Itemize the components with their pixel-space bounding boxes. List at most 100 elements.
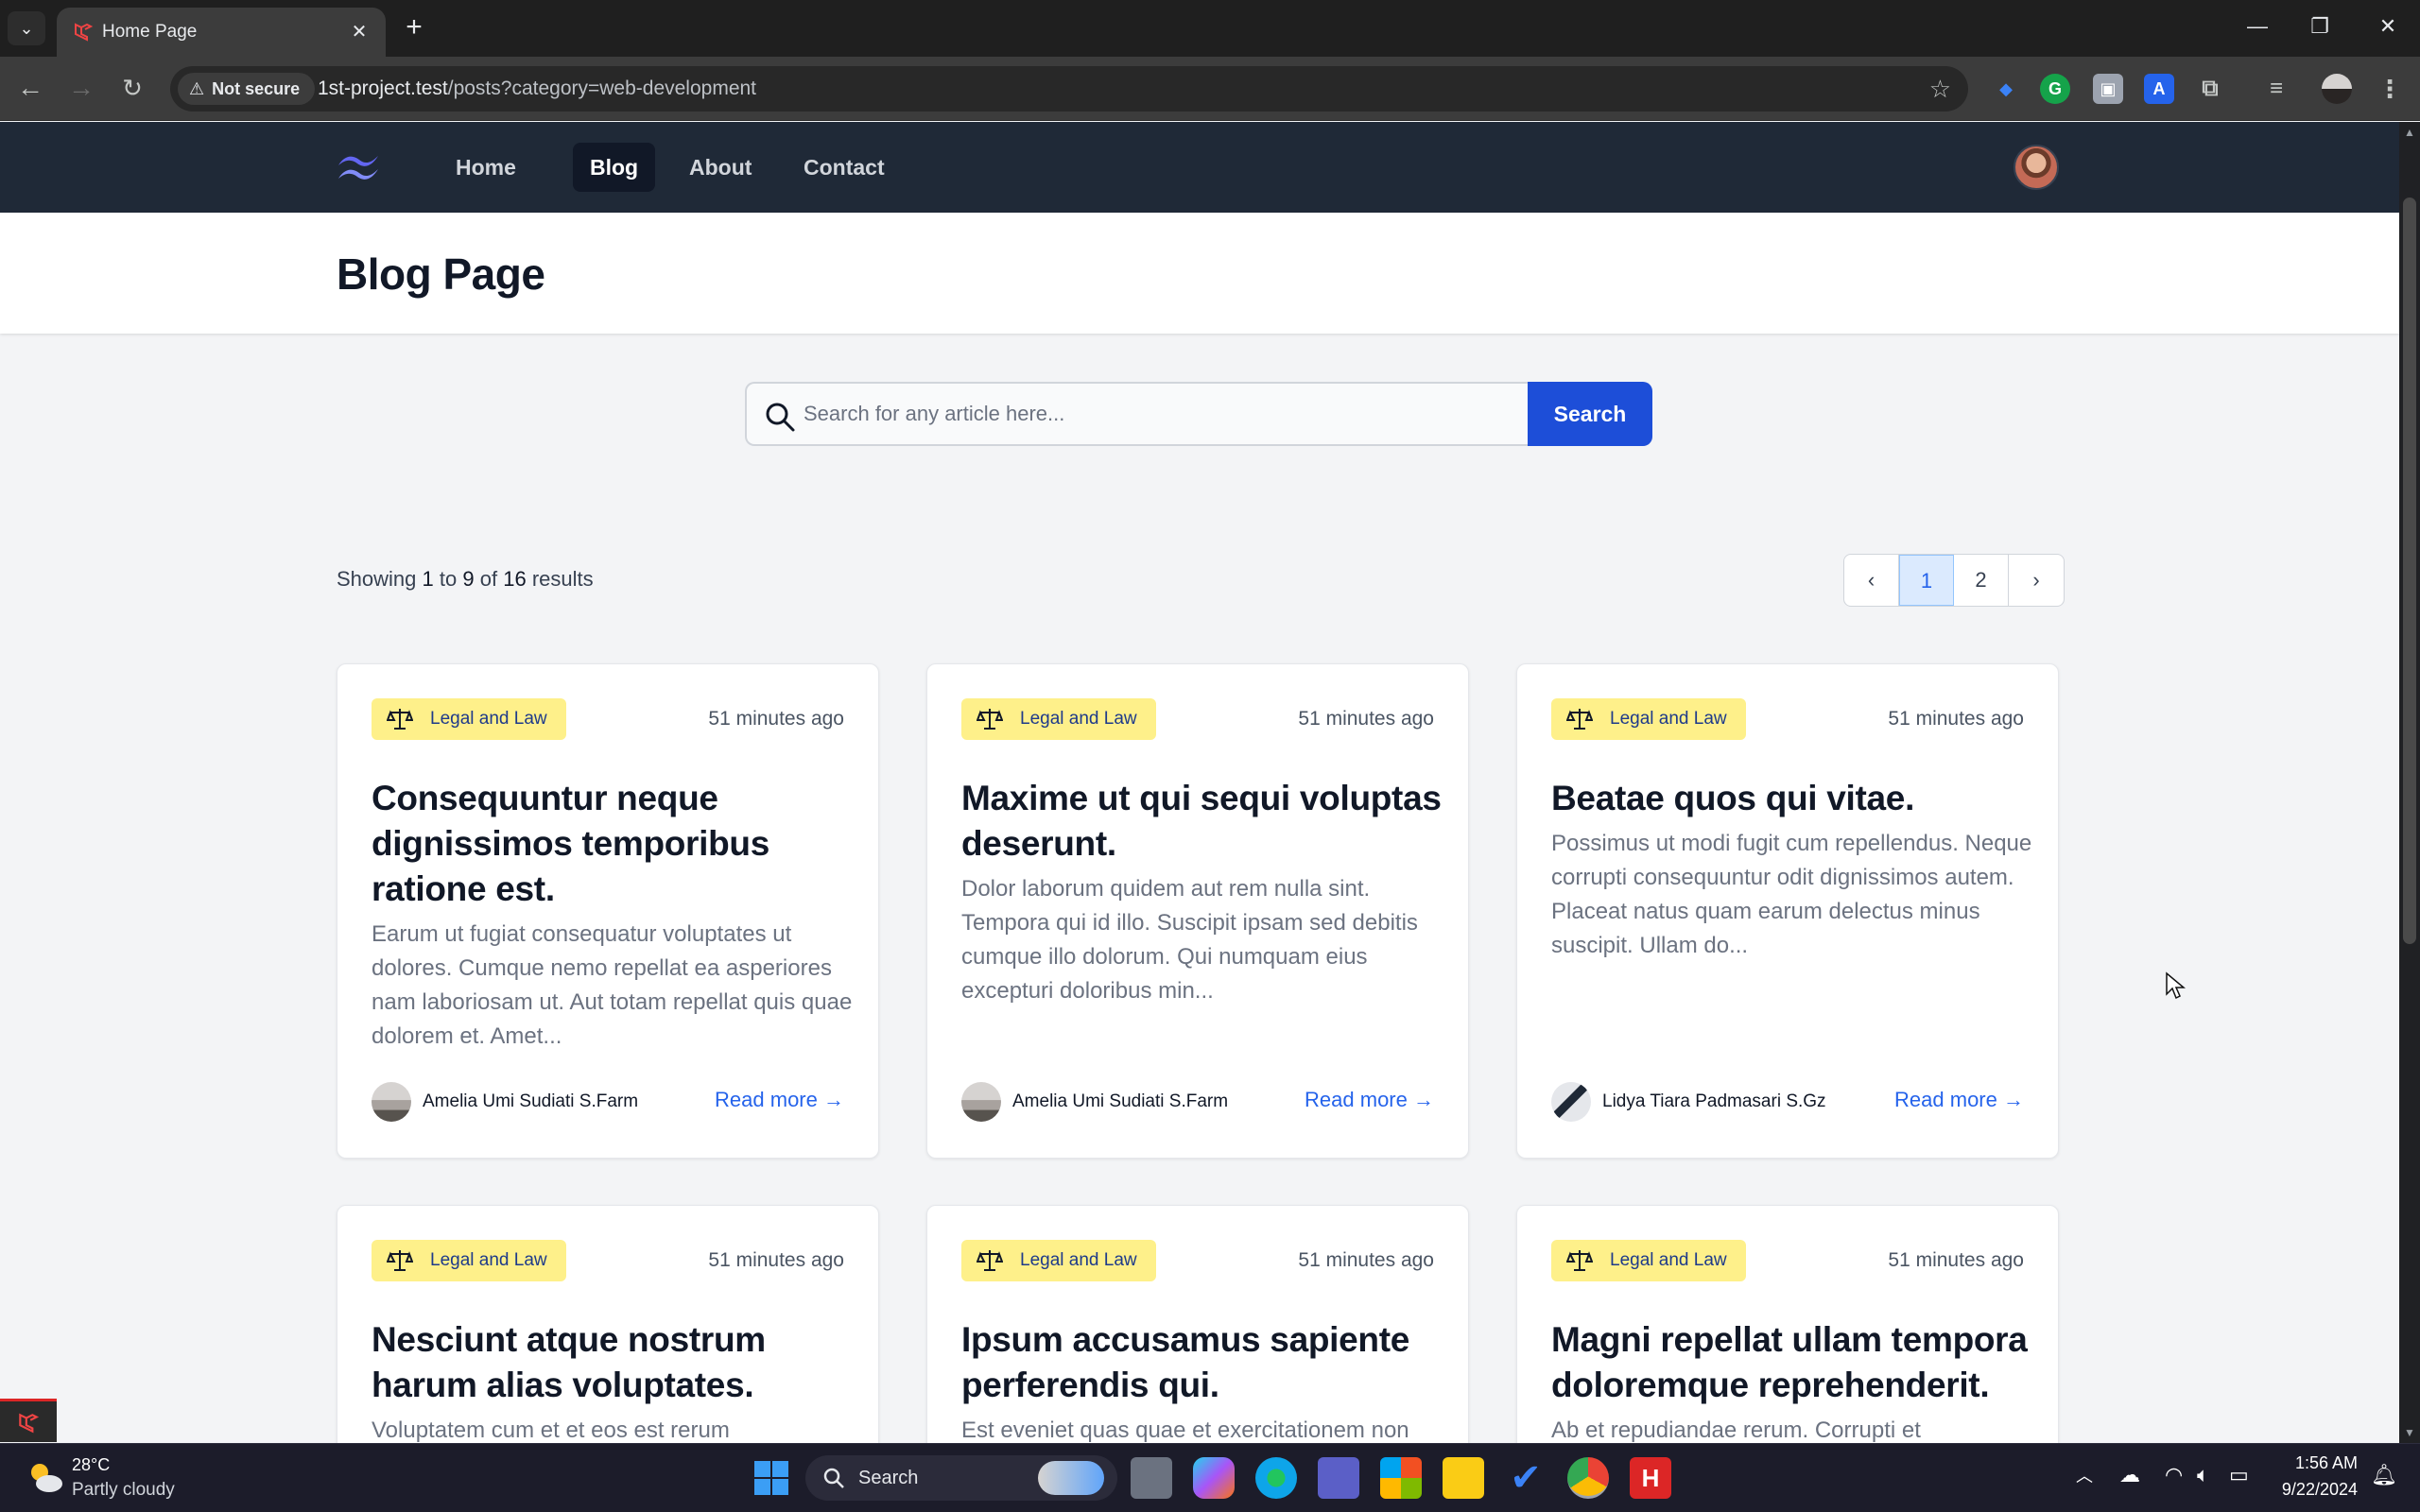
post-title[interactable]: Nesciunt atque nostrum harum alias volup… bbox=[372, 1317, 854, 1408]
pagination-prev-chevron-icon[interactable]: ‹ bbox=[1844, 555, 1899, 606]
taskbar-clock-date[interactable]: 9/22/2024 bbox=[2282, 1480, 2358, 1500]
search-icon bbox=[766, 403, 795, 432]
search-input-wrapper bbox=[745, 382, 1528, 446]
category-badge[interactable]: Legal and Law bbox=[961, 698, 1156, 740]
read-more-link[interactable]: Read more → bbox=[1894, 1088, 2024, 1112]
tailwind-logo-icon[interactable] bbox=[335, 148, 382, 186]
herd-app-icon[interactable]: H bbox=[1630, 1457, 1671, 1499]
tab-search-button[interactable]: ⌄ bbox=[8, 11, 45, 45]
scale-balance-icon bbox=[1566, 709, 1593, 730]
minimize-window-button[interactable]: — bbox=[2229, 8, 2286, 45]
file-explorer-icon[interactable] bbox=[1443, 1457, 1484, 1499]
chrome-icon[interactable] bbox=[1567, 1457, 1609, 1499]
user-avatar[interactable] bbox=[2014, 145, 2059, 190]
warning-triangle-icon: ⚠ bbox=[189, 79, 205, 98]
browser-tab-active[interactable]: Home Page ✕ bbox=[57, 8, 386, 57]
reload-icon[interactable]: ↻ bbox=[113, 70, 151, 108]
read-more-link[interactable]: Read more → bbox=[715, 1088, 844, 1112]
bookmark-star-icon[interactable]: ☆ bbox=[1929, 74, 1951, 104]
mouse-cursor-icon bbox=[2166, 971, 2186, 1000]
forward-arrow-icon[interactable]: → bbox=[62, 70, 100, 108]
browser-menu-icon[interactable]: ⋮ bbox=[2375, 74, 2405, 104]
back-arrow-icon[interactable]: ← bbox=[11, 70, 49, 108]
post-title[interactable]: Magni repellat ullam tempora doloremque … bbox=[1551, 1317, 2033, 1408]
nav-link-about[interactable]: About bbox=[672, 143, 769, 192]
results-to-word: to bbox=[439, 567, 458, 591]
results-total: 16 bbox=[503, 567, 527, 591]
site-navbar: Home Blog About Contact bbox=[0, 122, 2399, 213]
windows-start-icon[interactable] bbox=[751, 1457, 792, 1499]
task-view-icon[interactable] bbox=[1131, 1457, 1172, 1499]
translate-extension-icon[interactable]: A bbox=[2144, 74, 2174, 104]
onedrive-cloud-icon[interactable]: ☁ bbox=[2119, 1463, 2140, 1487]
category-badge[interactable]: Legal and Law bbox=[1551, 698, 1746, 740]
close-window-button[interactable]: ✕ bbox=[2360, 8, 2416, 45]
todo-check-icon[interactable]: ✔ bbox=[1505, 1457, 1547, 1499]
nav-link-blog[interactable]: Blog bbox=[573, 143, 656, 192]
scroll-up-arrow-icon[interactable]: ▲ bbox=[2399, 126, 2420, 139]
scale-balance-icon bbox=[977, 709, 1003, 730]
taskbar-search-box[interactable]: Search bbox=[805, 1455, 1117, 1501]
url-text[interactable]: 1st-project.test/posts?category=web-deve… bbox=[318, 77, 756, 100]
edge-browser-icon[interactable] bbox=[1255, 1457, 1297, 1499]
scale-balance-icon bbox=[387, 709, 413, 730]
extension-image-icon[interactable]: ▣ bbox=[2093, 74, 2123, 104]
post-title[interactable]: Maxime ut qui sequi voluptas deserunt. bbox=[961, 776, 1443, 867]
profile-avatar-icon[interactable] bbox=[2322, 74, 2352, 104]
address-bar[interactable]: ⚠ Not secure 1st-project.test/posts?categ… bbox=[170, 66, 1968, 112]
weather-temperature: 28°C bbox=[72, 1455, 111, 1474]
pagination-next-chevron-icon[interactable]: › bbox=[2009, 555, 2064, 606]
media-queue-icon[interactable]: ≡ bbox=[2261, 74, 2291, 104]
search-button[interactable]: Search bbox=[1528, 382, 1652, 446]
post-time: 51 minutes ago bbox=[1888, 708, 2024, 730]
scale-balance-icon bbox=[387, 1250, 413, 1271]
category-badge[interactable]: Legal and Law bbox=[1551, 1240, 1746, 1281]
category-badge[interactable]: Legal and Law bbox=[372, 1240, 566, 1281]
notification-bell-icon[interactable]: 🔔︎ bbox=[2371, 1463, 2397, 1487]
tab-close-icon[interactable]: ✕ bbox=[346, 19, 372, 45]
pagination-page-2[interactable]: 2 bbox=[1954, 555, 2009, 606]
post-title[interactable]: Beatae quos qui vitae. bbox=[1551, 776, 2033, 821]
category-label: Legal and Law bbox=[1020, 709, 1137, 729]
taskbar-search-label: Search bbox=[858, 1468, 919, 1488]
tray-overflow-chevron-icon[interactable]: ︿ bbox=[2076, 1463, 2093, 1487]
post-time: 51 minutes ago bbox=[708, 1249, 844, 1271]
nav-link-contact[interactable]: Contact bbox=[786, 143, 902, 192]
page-scrollbar[interactable]: ▲ ▼ bbox=[2399, 122, 2420, 1443]
laravel-favicon-icon bbox=[75, 23, 94, 42]
category-badge[interactable]: Legal and Law bbox=[961, 1240, 1156, 1281]
pagination-page-1[interactable]: 1 bbox=[1899, 555, 1954, 606]
arrow-right-icon: → bbox=[1413, 1088, 1434, 1111]
post-title[interactable]: Ipsum accusamus sapiente perferendis qui… bbox=[961, 1317, 1443, 1408]
read-more-label: Read more bbox=[1305, 1088, 1408, 1111]
search-input[interactable] bbox=[804, 384, 1503, 444]
grammarly-icon[interactable]: G bbox=[2040, 74, 2070, 104]
results-of-word: of bbox=[479, 567, 498, 591]
restore-window-button[interactable]: ❐ bbox=[2291, 8, 2348, 45]
scrollbar-thumb[interactable] bbox=[2403, 198, 2416, 944]
category-label: Legal and Law bbox=[430, 1250, 547, 1270]
scroll-down-arrow-icon[interactable]: ▼ bbox=[2399, 1426, 2420, 1439]
new-tab-button[interactable]: + bbox=[397, 11, 431, 45]
weather-partly-cloudy-icon[interactable] bbox=[26, 1461, 64, 1495]
post-time: 51 minutes ago bbox=[1298, 1249, 1434, 1271]
results-word: results bbox=[531, 567, 594, 591]
microsoft-store-icon[interactable] bbox=[1380, 1457, 1422, 1499]
battery-icon[interactable]: ▭ bbox=[2229, 1463, 2249, 1487]
read-more-link[interactable]: Read more → bbox=[1305, 1088, 1434, 1112]
volume-icon[interactable]: 🔈︎ bbox=[2197, 1463, 2209, 1487]
nav-link-home[interactable]: Home bbox=[439, 143, 533, 192]
wifi-icon[interactable]: ◠ bbox=[2165, 1463, 2183, 1487]
windows-taskbar: 28°C Partly cloudy Search ✔ H ︿ ☁ ◠ 🔈︎ ▭… bbox=[0, 1443, 2420, 1512]
weather-description: Partly cloudy bbox=[72, 1480, 175, 1500]
taskbar-clock-time[interactable]: 1:56 AM bbox=[2295, 1453, 2358, 1473]
copilot-icon[interactable] bbox=[1193, 1457, 1235, 1499]
extension-bird-icon[interactable]: ◆ bbox=[1991, 74, 2021, 104]
security-label: Not secure bbox=[212, 79, 301, 98]
laravel-debugbar-tab[interactable] bbox=[0, 1399, 57, 1442]
teams-icon[interactable] bbox=[1318, 1457, 1359, 1499]
security-indicator[interactable]: ⚠ Not secure bbox=[178, 73, 316, 105]
category-badge[interactable]: Legal and Law bbox=[372, 698, 566, 740]
extensions-puzzle-icon[interactable]: ⧉ bbox=[2195, 74, 2225, 104]
post-title[interactable]: Consequuntur neque dignissimos temporibu… bbox=[372, 776, 854, 912]
